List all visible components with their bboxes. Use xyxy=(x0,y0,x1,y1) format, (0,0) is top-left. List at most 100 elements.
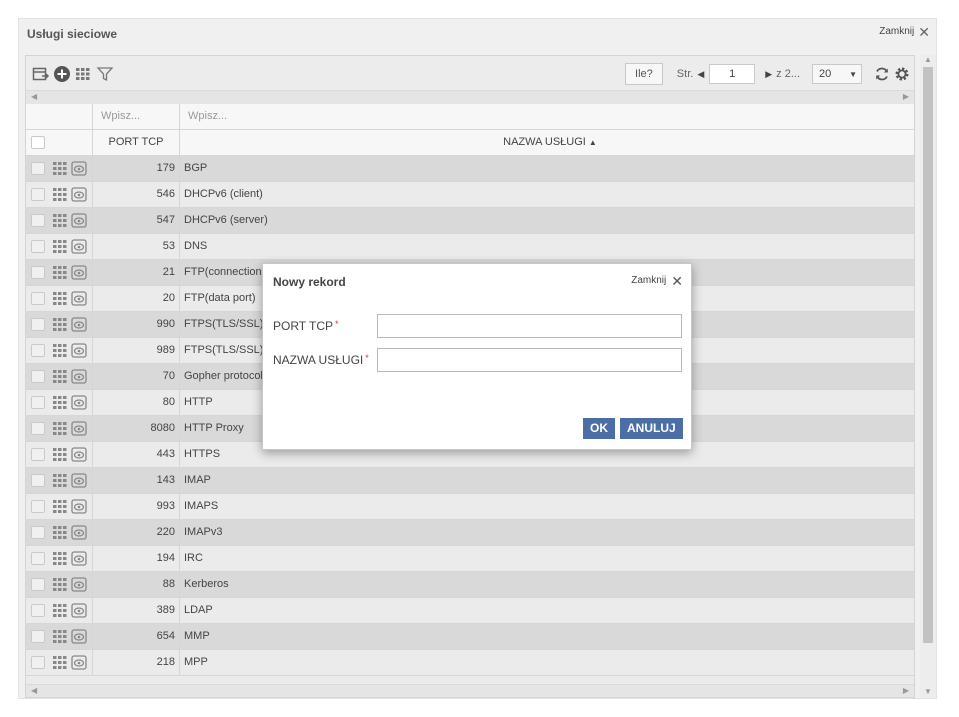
port-field[interactable] xyxy=(377,314,682,338)
row-checkbox[interactable] xyxy=(31,630,45,643)
row-details-icon[interactable] xyxy=(53,604,67,617)
scroll-up-icon[interactable]: ▲ xyxy=(924,55,932,64)
row-details-icon[interactable] xyxy=(53,656,67,669)
cancel-button[interactable]: ANULUJ xyxy=(620,418,683,439)
preview-icon[interactable] xyxy=(71,265,87,280)
row-details-icon[interactable] xyxy=(53,500,67,513)
count-button[interactable]: Ile? xyxy=(625,63,663,85)
table-row[interactable]: 143 IMAP xyxy=(26,468,914,494)
preview-icon[interactable] xyxy=(71,577,87,592)
preview-icon[interactable] xyxy=(71,447,87,462)
row-checkbox[interactable] xyxy=(31,500,45,513)
page-input[interactable] xyxy=(709,64,756,84)
row-checkbox[interactable] xyxy=(31,474,45,487)
preview-icon[interactable] xyxy=(71,525,87,540)
filter-icon[interactable] xyxy=(96,65,114,83)
row-details-icon[interactable] xyxy=(53,578,67,591)
table-row[interactable]: 546 DHCPv6 (client) xyxy=(26,182,914,208)
preview-icon[interactable] xyxy=(71,317,87,332)
preview-icon[interactable] xyxy=(71,161,87,176)
row-checkbox[interactable] xyxy=(31,422,45,435)
row-details-icon[interactable] xyxy=(53,188,67,201)
scrollbar-thumb[interactable] xyxy=(923,67,933,643)
row-checkbox[interactable] xyxy=(31,266,45,279)
row-details-icon[interactable] xyxy=(53,344,67,357)
bottom-horizontal-scrollbar[interactable]: ◀ ▶ xyxy=(26,684,914,697)
refresh-icon[interactable] xyxy=(874,66,890,82)
row-checkbox[interactable] xyxy=(31,240,45,253)
table-row[interactable]: 194 IRC xyxy=(26,546,914,572)
row-details-icon[interactable] xyxy=(53,162,67,175)
preview-icon[interactable] xyxy=(71,603,87,618)
scroll-left-icon[interactable]: ◀ xyxy=(31,92,37,101)
scroll-right-icon[interactable]: ▶ xyxy=(903,92,909,101)
row-checkbox[interactable] xyxy=(31,604,45,617)
name-field[interactable] xyxy=(377,348,682,372)
table-row[interactable]: 218 MPP xyxy=(26,650,914,676)
table-row[interactable]: 88 Kerberos xyxy=(26,572,914,598)
table-row[interactable]: 389 LDAP xyxy=(26,598,914,624)
row-details-icon[interactable] xyxy=(53,526,67,539)
page-size-select[interactable]: 20 ▼ xyxy=(812,64,862,84)
row-details-icon[interactable] xyxy=(53,552,67,565)
ok-button[interactable]: OK xyxy=(583,418,615,439)
row-details-icon[interactable] xyxy=(53,370,67,383)
port-filter-input[interactable]: Wpisz... xyxy=(93,104,180,129)
preview-icon[interactable] xyxy=(71,421,87,436)
prev-page-icon[interactable]: ◀ xyxy=(697,69,704,80)
preview-icon[interactable] xyxy=(71,239,87,254)
table-row[interactable]: 547 DHCPv6 (server) xyxy=(26,208,914,234)
row-checkbox[interactable] xyxy=(31,214,45,227)
window-close-button[interactable]: Zamknij ✕ xyxy=(879,25,930,39)
row-details-icon[interactable] xyxy=(53,240,67,253)
row-details-icon[interactable] xyxy=(53,292,67,305)
row-checkbox[interactable] xyxy=(31,318,45,331)
row-checkbox[interactable] xyxy=(31,292,45,305)
preview-icon[interactable] xyxy=(71,291,87,306)
row-checkbox[interactable] xyxy=(31,162,45,175)
table-row[interactable]: 993 IMAPS xyxy=(26,494,914,520)
column-header-name[interactable]: NAZWA USŁUGI ▲ xyxy=(180,130,914,155)
row-details-icon[interactable] xyxy=(53,448,67,461)
row-details-icon[interactable] xyxy=(53,422,67,435)
row-checkbox[interactable] xyxy=(31,344,45,357)
row-details-icon[interactable] xyxy=(53,214,67,227)
preview-icon[interactable] xyxy=(71,473,87,488)
columns-grid-icon[interactable] xyxy=(74,65,92,83)
table-row[interactable]: 220 IMAPv3 xyxy=(26,520,914,546)
table-row[interactable]: 179 BGP xyxy=(26,156,914,182)
preview-icon[interactable] xyxy=(71,187,87,202)
add-icon[interactable] xyxy=(53,65,71,83)
next-page-icon[interactable]: ▶ xyxy=(765,69,772,80)
row-checkbox[interactable] xyxy=(31,448,45,461)
column-header-port[interactable]: PORT TCP xyxy=(93,130,180,155)
scroll-right-icon[interactable]: ▶ xyxy=(903,686,909,695)
vertical-scrollbar[interactable]: ▲ ▼ xyxy=(920,55,936,698)
preview-icon[interactable] xyxy=(71,551,87,566)
preview-icon[interactable] xyxy=(71,369,87,384)
row-details-icon[interactable] xyxy=(53,396,67,409)
table-row[interactable]: 53 DNS xyxy=(26,234,914,260)
row-details-icon[interactable] xyxy=(53,266,67,279)
top-horizontal-scrollbar[interactable]: ◀ ▶ xyxy=(26,90,914,104)
select-all-checkbox[interactable] xyxy=(31,136,45,149)
gear-icon[interactable] xyxy=(894,66,910,82)
row-details-icon[interactable] xyxy=(53,318,67,331)
row-checkbox[interactable] xyxy=(31,370,45,383)
row-checkbox[interactable] xyxy=(31,552,45,565)
scroll-left-icon[interactable]: ◀ xyxy=(31,686,37,695)
preview-icon[interactable] xyxy=(71,343,87,358)
table-row[interactable]: 654 MMP xyxy=(26,624,914,650)
row-details-icon[interactable] xyxy=(53,630,67,643)
row-details-icon[interactable] xyxy=(53,474,67,487)
row-checkbox[interactable] xyxy=(31,656,45,669)
preview-icon[interactable] xyxy=(71,499,87,514)
row-checkbox[interactable] xyxy=(31,526,45,539)
row-checkbox[interactable] xyxy=(31,396,45,409)
preview-icon[interactable] xyxy=(71,395,87,410)
preview-icon[interactable] xyxy=(71,629,87,644)
dialog-close-button[interactable]: Zamknij ✕ xyxy=(631,274,683,288)
preview-icon[interactable] xyxy=(71,655,87,670)
row-checkbox[interactable] xyxy=(31,578,45,591)
name-filter-input[interactable]: Wpisz... xyxy=(180,104,914,129)
